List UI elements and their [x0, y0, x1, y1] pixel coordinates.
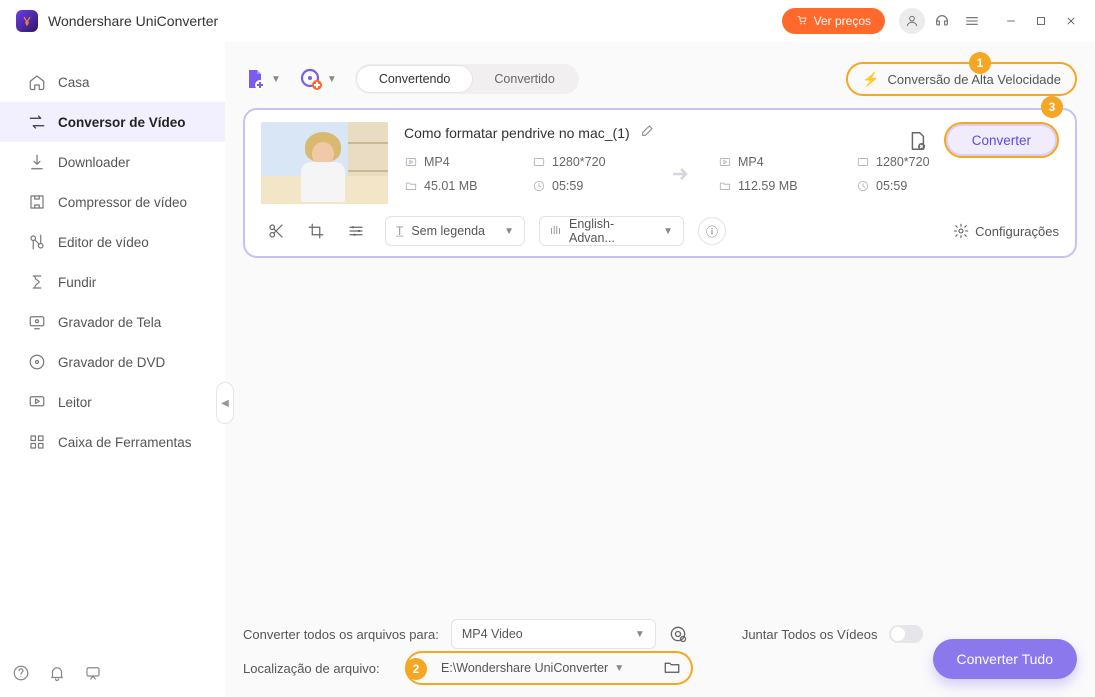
info-icon[interactable]: ⓘ — [698, 217, 726, 245]
output-format-dropdown[interactable]: MP4 Video ▼ — [451, 619, 656, 649]
output-settings-icon[interactable] — [906, 130, 926, 150]
merge-label: Juntar Todos os Vídeos — [742, 627, 878, 642]
sidebar-item-dvd[interactable]: Gravador de DVD — [0, 342, 225, 382]
tab-converted[interactable]: Convertido — [472, 66, 576, 92]
sidebar-item-screen-recorder[interactable]: Gravador de Tela — [0, 302, 225, 342]
file-title: Como formatar pendrive no mac_(1) — [404, 125, 630, 141]
footer: Converter todos os arquivos para: MP4 Vi… — [243, 617, 1077, 685]
help-icon[interactable] — [12, 664, 30, 687]
convert-all-button[interactable]: Converter Tudo — [933, 639, 1078, 679]
trim-icon[interactable] — [267, 222, 285, 240]
open-folder-icon[interactable] — [663, 658, 681, 679]
tab-converting[interactable]: Convertendo — [357, 66, 473, 92]
sidebar-item-label: Conversor de Vídeo — [58, 115, 186, 130]
sidebar-item-label: Caixa de Ferramentas — [58, 435, 192, 450]
util-icons — [12, 664, 102, 687]
sidebar-item-home[interactable]: Casa — [0, 62, 225, 102]
src-size: 45.01 MB — [404, 179, 514, 193]
toolbar: ▼ ▼ Convertendo Convertido ⚡ Conversão d… — [243, 52, 1077, 106]
sidebar-item-editor[interactable]: Editor de vídeo — [0, 222, 225, 262]
sidebar-item-downloader[interactable]: Downloader — [0, 142, 225, 182]
dst-format: MP4 — [718, 155, 838, 169]
main-panel: ▼ ▼ Convertendo Convertido ⚡ Conversão d… — [225, 42, 1095, 697]
convert-all-label: Converter todos os arquivos para: — [243, 627, 439, 642]
callout-3: 3 — [1041, 96, 1063, 118]
location-box: 2 E:\Wondershare UniConverter ▼ — [405, 651, 693, 685]
sidebar: Casa Conversor de Vídeo Downloader Compr… — [0, 42, 225, 697]
pricing-label: Ver preços — [814, 14, 871, 28]
audio-dropdown[interactable]: ıllı English-Advan... ▼ — [539, 216, 684, 246]
settings-link[interactable]: Configurações — [953, 223, 1059, 239]
audio-icon: ıllı — [550, 225, 561, 237]
sidebar-item-label: Editor de vídeo — [58, 235, 149, 250]
chevron-down-icon: ▼ — [271, 74, 281, 85]
sidebar-item-compressor[interactable]: Compressor de vídeo — [0, 182, 225, 222]
callout-2: 2 — [405, 658, 427, 680]
arrow-icon — [660, 162, 700, 186]
support-icon[interactable] — [929, 8, 955, 34]
location-dropdown[interactable]: E:\Wondershare UniConverter ▼ — [437, 661, 655, 675]
window-close[interactable] — [1063, 13, 1079, 29]
window-maximize[interactable] — [1033, 13, 1049, 29]
pricing-button[interactable]: Ver preços — [782, 8, 885, 34]
sidebar-item-converter[interactable]: Conversor de Vídeo — [0, 102, 225, 142]
sidebar-item-label: Gravador de Tela — [58, 315, 161, 330]
file-card: Como formatar pendrive no mac_(1) MP4 12… — [243, 108, 1077, 258]
src-resolution: 1280*720 — [532, 155, 642, 169]
cart-icon — [796, 14, 808, 29]
sidebar-item-label: Leitor — [58, 395, 92, 410]
notifications-icon[interactable] — [48, 664, 66, 687]
dst-duration: 05:59 — [856, 179, 966, 193]
high-speed-toggle[interactable]: ⚡ Conversão de Alta Velocidade 1 — [846, 62, 1077, 96]
video-thumbnail[interactable] — [261, 122, 388, 204]
sidebar-item-toolbox[interactable]: Caixa de Ferramentas — [0, 422, 225, 462]
src-format: MP4 — [404, 155, 514, 169]
convert-button[interactable]: Converter 3 — [944, 122, 1059, 158]
app-logo — [16, 10, 38, 32]
sidebar-item-label: Gravador de DVD — [58, 355, 165, 370]
sidebar-item-merge[interactable]: Fundir — [0, 262, 225, 302]
crop-icon[interactable] — [307, 222, 325, 240]
sidebar-item-player[interactable]: Leitor — [0, 382, 225, 422]
account-icon[interactable] — [899, 8, 925, 34]
app-title: Wondershare UniConverter — [48, 13, 218, 29]
sidebar-item-label: Downloader — [58, 155, 130, 170]
sidebar-item-label: Fundir — [58, 275, 96, 290]
callout-1: 1 — [969, 52, 991, 74]
high-speed-label: Conversão de Alta Velocidade — [888, 72, 1061, 87]
effects-icon[interactable] — [347, 222, 365, 240]
location-label: Localização de arquivo: — [243, 661, 393, 676]
menu-icon[interactable] — [959, 8, 985, 34]
chevron-down-icon: ▼ — [614, 663, 624, 674]
chevron-down-icon: ▼ — [635, 629, 645, 640]
merge-toggle[interactable] — [889, 625, 923, 643]
chevron-down-icon: ▼ — [663, 226, 673, 237]
output-preset-icon[interactable] — [668, 624, 688, 644]
titlebar: Wondershare UniConverter Ver preços — [0, 0, 1095, 42]
sidebar-collapse-handle[interactable]: ◀ — [216, 382, 234, 424]
add-file-button[interactable]: ▼ — [243, 67, 281, 91]
chevron-down-icon: ▼ — [327, 74, 337, 85]
window-minimize[interactable] — [1003, 13, 1019, 29]
edit-title-icon[interactable] — [640, 122, 656, 143]
add-disc-button[interactable]: ▼ — [299, 67, 337, 91]
subtitle-dropdown[interactable]: T̲ Sem legenda ▼ — [385, 216, 525, 246]
sidebar-item-label: Compressor de vídeo — [58, 195, 187, 210]
sidebar-item-label: Casa — [58, 75, 90, 90]
bolt-icon: ⚡ — [862, 71, 879, 88]
dst-size: 112.59 MB — [718, 179, 838, 193]
tabs: Convertendo Convertido — [355, 64, 579, 94]
feedback-icon[interactable] — [84, 664, 102, 687]
src-duration: 05:59 — [532, 179, 642, 193]
subtitle-icon: T̲ — [396, 224, 403, 238]
chevron-down-icon: ▼ — [504, 226, 514, 237]
